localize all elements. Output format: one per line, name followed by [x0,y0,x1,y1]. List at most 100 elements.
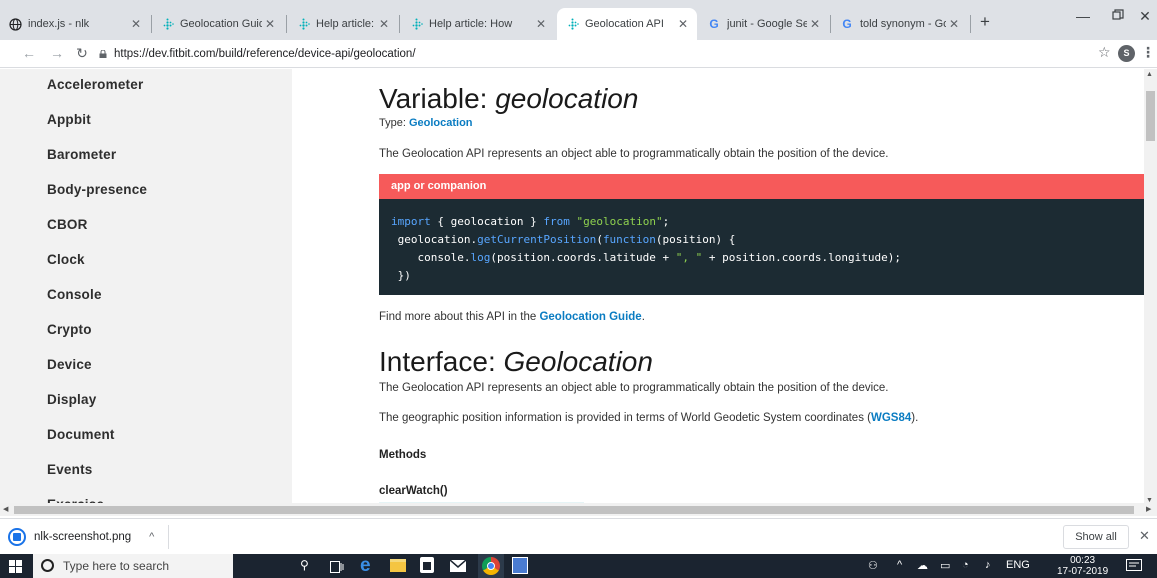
sidebar: Accelerometer Appbit Barometer Body-pres… [0,69,292,509]
clock[interactable]: 00:23 17-07-2019 [1057,555,1108,577]
lock-icon [99,50,107,58]
download-bar: nlk-screenshot.png ^ Show all ✕ [0,518,1157,554]
people-icon[interactable]: ⚇ [868,559,878,572]
type-label: Type: [379,117,409,129]
tab-title: junit - Google Sea [727,18,807,30]
mail-icon[interactable] [449,559,467,577]
wifi-icon[interactable]: ◔ [962,559,969,571]
sidebar-item-barometer[interactable]: Barometer [47,147,116,162]
horizontal-scrollbar[interactable]: ◀ ▶ [0,503,1157,516]
new-tab-button[interactable]: + [980,12,990,32]
fitbit-icon [296,17,310,31]
close-window-button[interactable]: ✕ [1125,8,1157,30]
close-icon[interactable]: ✕ [807,17,823,31]
show-all-button[interactable]: Show all [1063,525,1129,549]
geolocation-guide-link[interactable]: Geolocation Guide [539,311,641,323]
download-divider [168,525,170,549]
method-clearwatch: clearWatch() [379,485,448,497]
search-icon [41,559,54,572]
google-icon: G [842,17,852,31]
download-item[interactable]: nlk-screenshot.png ^ [8,525,170,549]
page-viewport: Accelerometer Appbit Barometer Body-pres… [0,69,1157,509]
sidebar-item-events[interactable]: Events [47,462,92,477]
vertical-scrollbar[interactable]: ▲ ▼ [1144,69,1157,509]
code-block: import { geolocation } from "geolocation… [379,199,1144,295]
sidebar-item-console[interactable]: Console [47,287,102,302]
tab-geolocation-api[interactable]: Geolocation API ✕ [557,8,697,40]
volume-icon[interactable]: ♪ [985,559,991,571]
close-icon[interactable]: ✕ [262,17,278,31]
battery-icon[interactable]: ▭ [940,559,950,572]
scroll-left-icon[interactable]: ◀ [3,505,8,513]
notification-icon[interactable] [1126,559,1142,578]
close-download-bar-icon[interactable]: ✕ [1139,528,1150,544]
taskbar-search-box[interactable]: Type here to search [33,554,233,578]
close-icon[interactable]: ✕ [376,17,392,31]
sidebar-item-display[interactable]: Display [47,392,96,407]
close-icon[interactable]: ✕ [128,17,144,31]
bookmark-star-icon[interactable]: ☆ [1098,44,1111,61]
edge-browser-icon[interactable]: e [360,555,371,577]
store-icon[interactable] [420,557,434,573]
language-indicator[interactable]: ENG [1006,559,1030,571]
cloud-icon[interactable]: ☁ [917,559,928,572]
interface-prefix: Interface: [379,346,504,377]
avatar[interactable]: S [1118,45,1135,62]
task-view-icon[interactable] [330,560,344,578]
sidebar-item-body-presence[interactable]: Body-presence [47,182,147,197]
close-icon[interactable]: ✕ [533,17,549,31]
tab-help-article-does[interactable]: Help article: Does ✕ [288,8,398,40]
scroll-right-icon[interactable]: ▶ [1146,505,1151,513]
methods-heading: Methods [379,449,427,461]
browser-toolbar: ← → ↻ https://dev.fitbit.com/build/refer… [0,40,1157,68]
minimize-button[interactable]: — [1063,8,1103,30]
find-more-prefix: Find more about this API in the [379,311,540,323]
find-more-suffix: . [641,311,645,323]
windows-start-icon[interactable] [9,560,22,578]
address-bar[interactable]: https://dev.fitbit.com/build/reference/d… [96,43,1096,65]
find-more-text: Find more about this API in the Geolocat… [379,311,645,323]
tab-index-js[interactable]: index.js - nlk ✕ [0,8,150,40]
main-content: Variable: geolocation Type: Geolocation … [379,69,1144,509]
tab-help-article-how[interactable]: Help article: How ✕ [401,8,555,40]
tab-title: Help article: How [429,18,513,30]
close-icon[interactable]: ✕ [946,17,962,31]
restore-icon [1112,9,1124,20]
scroll-up-icon[interactable]: ▲ [1146,71,1153,78]
sidebar-item-accelerometer[interactable]: Accelerometer [47,77,143,92]
clock-time: 00:23 [1070,555,1096,566]
sidebar-item-cbor[interactable]: CBOR [47,217,88,232]
back-icon[interactable]: ← [20,44,38,62]
tab-title: Geolocation Guide [180,18,262,30]
chevron-up-icon[interactable]: ^ [897,559,902,571]
tab-geolocation-guide[interactable]: Geolocation Guide ✕ [152,8,284,40]
sidebar-item-clock[interactable]: Clock [47,252,85,267]
tab-told-synonym-google[interactable]: G told synonym - Go ✕ [832,8,968,40]
sidebar-item-device[interactable]: Device [47,357,92,372]
sidebar-item-crypto[interactable]: Crypto [47,322,92,337]
wgs84-link[interactable]: WGS84 [871,412,911,424]
type-link[interactable]: Geolocation [409,117,473,129]
chrome-icon[interactable] [482,557,500,575]
forward-icon[interactable]: → [48,44,66,62]
file-explorer-icon[interactable] [390,559,406,572]
description-3: The geographic position information is p… [379,412,918,424]
chevron-up-icon[interactable]: ^ [149,531,154,543]
reload-icon[interactable]: ↻ [73,44,91,62]
horizontal-scroll-thumb[interactable] [14,506,1134,514]
vertical-scroll-thumb[interactable] [1146,91,1155,141]
globe-icon [8,17,22,31]
tab-junit-google[interactable]: G junit - Google Sea ✕ [699,8,829,40]
close-icon[interactable]: ✕ [675,17,691,31]
microphone-icon[interactable]: ⚲ [300,558,309,572]
fitbit-icon [565,17,579,31]
sidebar-item-document[interactable]: Document [47,427,115,442]
google-icon: G [709,17,719,31]
description-1: The Geolocation API represents an object… [379,148,889,160]
sidebar-item-appbit[interactable]: Appbit [47,112,91,127]
menu-icon[interactable]: ⋮ [1141,44,1155,61]
windows-taskbar: Type here to search ⚲ e ⚇ ^ ☁ ▭ ◔ ♪ ENG … [0,554,1157,578]
notes-app-icon[interactable] [512,557,528,574]
page-title: Variable: geolocation [379,83,638,115]
fitbit-icon [409,17,423,31]
